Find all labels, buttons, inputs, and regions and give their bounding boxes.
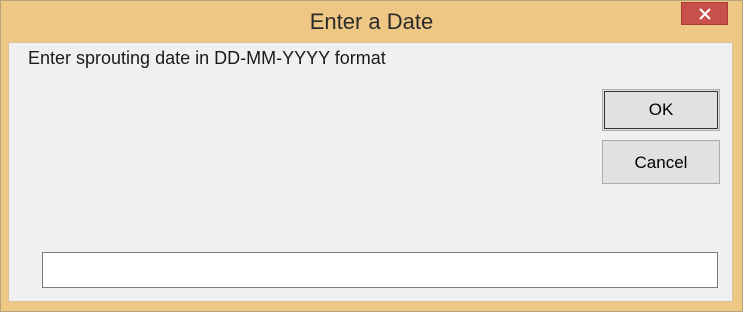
prompt-label: Enter sprouting date in DD-MM-YYYY forma… (28, 48, 386, 68)
close-button[interactable] (681, 2, 728, 25)
close-icon (699, 8, 711, 20)
window-title: Enter a Date (309, 9, 434, 34)
title-bar[interactable]: Enter a Date (1, 1, 742, 43)
date-input[interactable] (42, 252, 718, 288)
cancel-button[interactable]: Cancel (602, 140, 720, 184)
ok-button[interactable]: OK (602, 89, 720, 131)
